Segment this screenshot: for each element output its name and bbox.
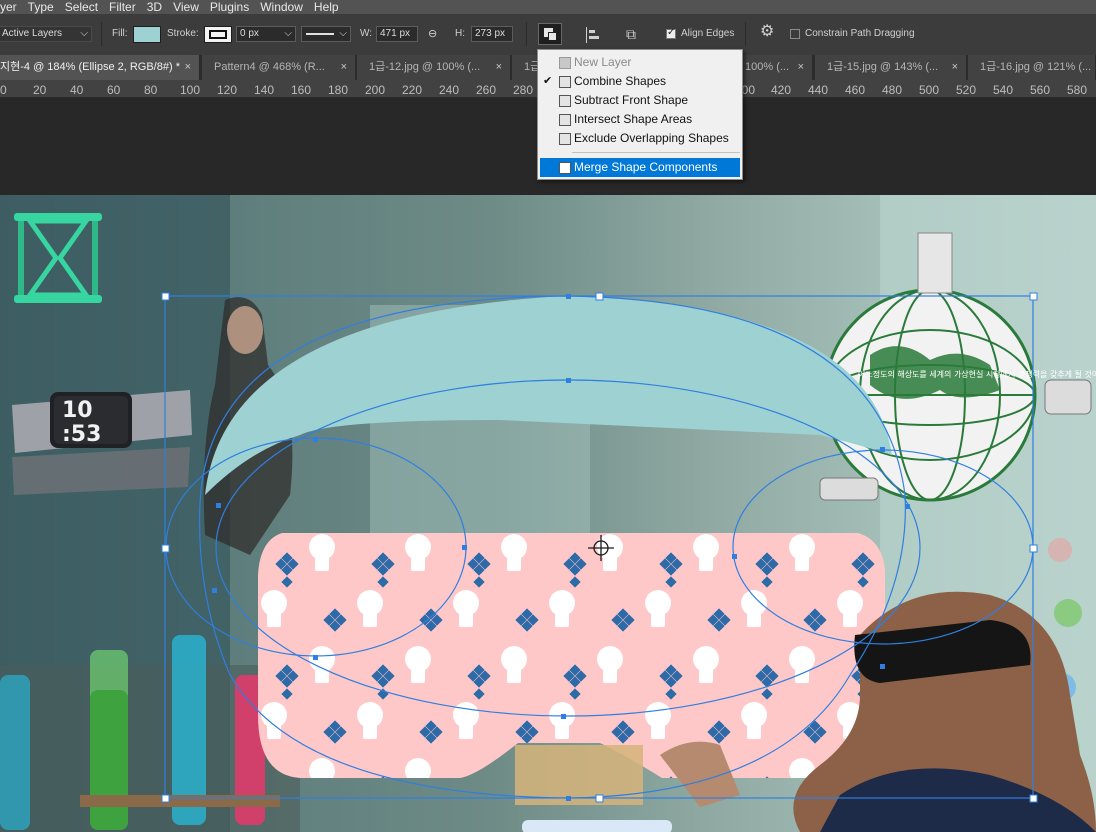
menu-select[interactable]: Select [61, 0, 105, 14]
align-edges-checkbox[interactable]: ✓ [666, 27, 676, 39]
align-edges-label: Align Edges [681, 28, 735, 39]
menu-item-subtract-front-shape[interactable]: Subtract Front Shape [540, 91, 740, 110]
stroke-swatch-inner [209, 30, 227, 39]
height-label: H: [455, 28, 465, 39]
menu-bar: yer Type Select Filter 3D View Plugins W… [0, 0, 1096, 14]
close-icon[interactable]: × [952, 55, 958, 80]
chevron-down-icon: ⌵ [284, 28, 292, 39]
tab-document[interactable]: Pattern4 @ 468% (R... × [202, 55, 356, 80]
chevron-down-icon: ⌵ [80, 28, 88, 39]
menu-item-intersect-shape-areas[interactable]: Intersect Shape Areas [540, 110, 740, 129]
menu-item-combine-shapes[interactable]: ✔ Combine Shapes [540, 72, 740, 91]
close-icon[interactable]: × [341, 55, 347, 80]
merge-shapes-icon [559, 162, 571, 174]
width-label: W: [360, 28, 373, 39]
constrain-path-label: Constrain Path Dragging [805, 28, 915, 39]
vr-headset-shape[interactable] [258, 533, 885, 779]
new-layer-icon [559, 57, 571, 69]
watch-time-top: 10 [62, 398, 93, 423]
menu-plugins[interactable]: Plugins [206, 0, 256, 14]
tab-document[interactable]: 100% (... × [743, 55, 813, 80]
fill-label: Fill: [112, 28, 128, 39]
tab-document[interactable]: 1급-12.jpg @ 100% (... × [357, 55, 511, 80]
close-icon[interactable]: × [798, 55, 804, 80]
constrain-path-checkbox[interactable] [790, 29, 800, 39]
link-icon[interactable]: ⊖ [428, 26, 437, 42]
separator [101, 22, 102, 46]
check-icon: ✔ [543, 75, 553, 87]
watch-time-bottom: :53 [62, 422, 101, 447]
menu-filter[interactable]: Filter [105, 0, 143, 14]
menu-item-exclude-overlapping-shapes[interactable]: Exclude Overlapping Shapes [540, 129, 740, 148]
menu-help[interactable]: Help [310, 0, 346, 14]
globe-caption: 어느정도의 해상도를 세계의 가상현실 시장에서 경쟁력을 갖추게 될 것이다 [858, 369, 1096, 379]
stroke-label: Stroke: [167, 28, 199, 39]
close-icon[interactable]: × [185, 55, 191, 80]
fill-swatch[interactable] [133, 26, 161, 43]
stroke-width-field[interactable]: 0 px ⌵ [236, 26, 296, 42]
stroke-type-select[interactable]: ⌵ [301, 26, 351, 42]
path-alignment-icon[interactable] [585, 27, 601, 43]
subtract-shape-icon [559, 95, 571, 107]
bottom-card [522, 820, 672, 832]
menu-layer[interactable]: yer [0, 0, 24, 14]
check-icon: ✓ [667, 27, 676, 38]
gear-icon[interactable]: ⚙ [760, 24, 774, 40]
menu-window[interactable]: Window [256, 0, 310, 14]
separator [745, 22, 746, 46]
menu-3d[interactable]: 3D [143, 0, 169, 14]
menu-item-new-layer[interactable]: New Layer [540, 53, 740, 72]
stroke-swatch[interactable] [204, 26, 232, 43]
path-operations-menu: New Layer ✔ Combine Shapes Subtract Fron… [537, 49, 743, 180]
canvas-artwork: 10 :53 어느정도의 해상도를 세계의 가상현실 시장에서 경쟁력을 갖추게… [0, 195, 1096, 832]
intersect-shape-icon [559, 114, 571, 126]
menu-view[interactable]: View [169, 0, 206, 14]
exclude-shape-icon [559, 133, 571, 145]
path-operations-button[interactable] [538, 23, 562, 45]
tab-document[interactable]: 1급-15.jpg @ 143% (... × [815, 55, 967, 80]
width-field[interactable]: 471 px [376, 26, 418, 42]
headset-nose-bridge [515, 745, 643, 805]
chevron-down-icon: ⌵ [339, 28, 347, 39]
path-ops-icon-front [548, 32, 557, 41]
separator [526, 22, 527, 46]
combine-shapes-icon [559, 76, 571, 88]
woman-head [227, 306, 263, 354]
menu-separator [572, 152, 740, 153]
close-icon[interactable]: × [496, 55, 502, 80]
layers-select[interactable]: Active Layers ⌵ [0, 26, 92, 42]
menu-type[interactable]: Type [24, 0, 61, 14]
height-field[interactable]: 273 px [471, 26, 513, 42]
path-arrangement-icon[interactable]: ⧉ [626, 25, 646, 43]
tab-document-active[interactable]: 지현-4 @ 184% (Ellipse 2, RGB/8#) * × [0, 55, 200, 80]
stroke-line-sample [306, 33, 334, 35]
document-canvas[interactable]: 10 :53 어느정도의 해상도를 세계의 가상현실 시장에서 경쟁력을 갖추게… [0, 195, 1096, 832]
menu-item-merge-shape-components[interactable]: Merge Shape Components [540, 158, 740, 177]
tab-document[interactable]: 1급-16.jpg @ 121% (... [968, 55, 1096, 80]
